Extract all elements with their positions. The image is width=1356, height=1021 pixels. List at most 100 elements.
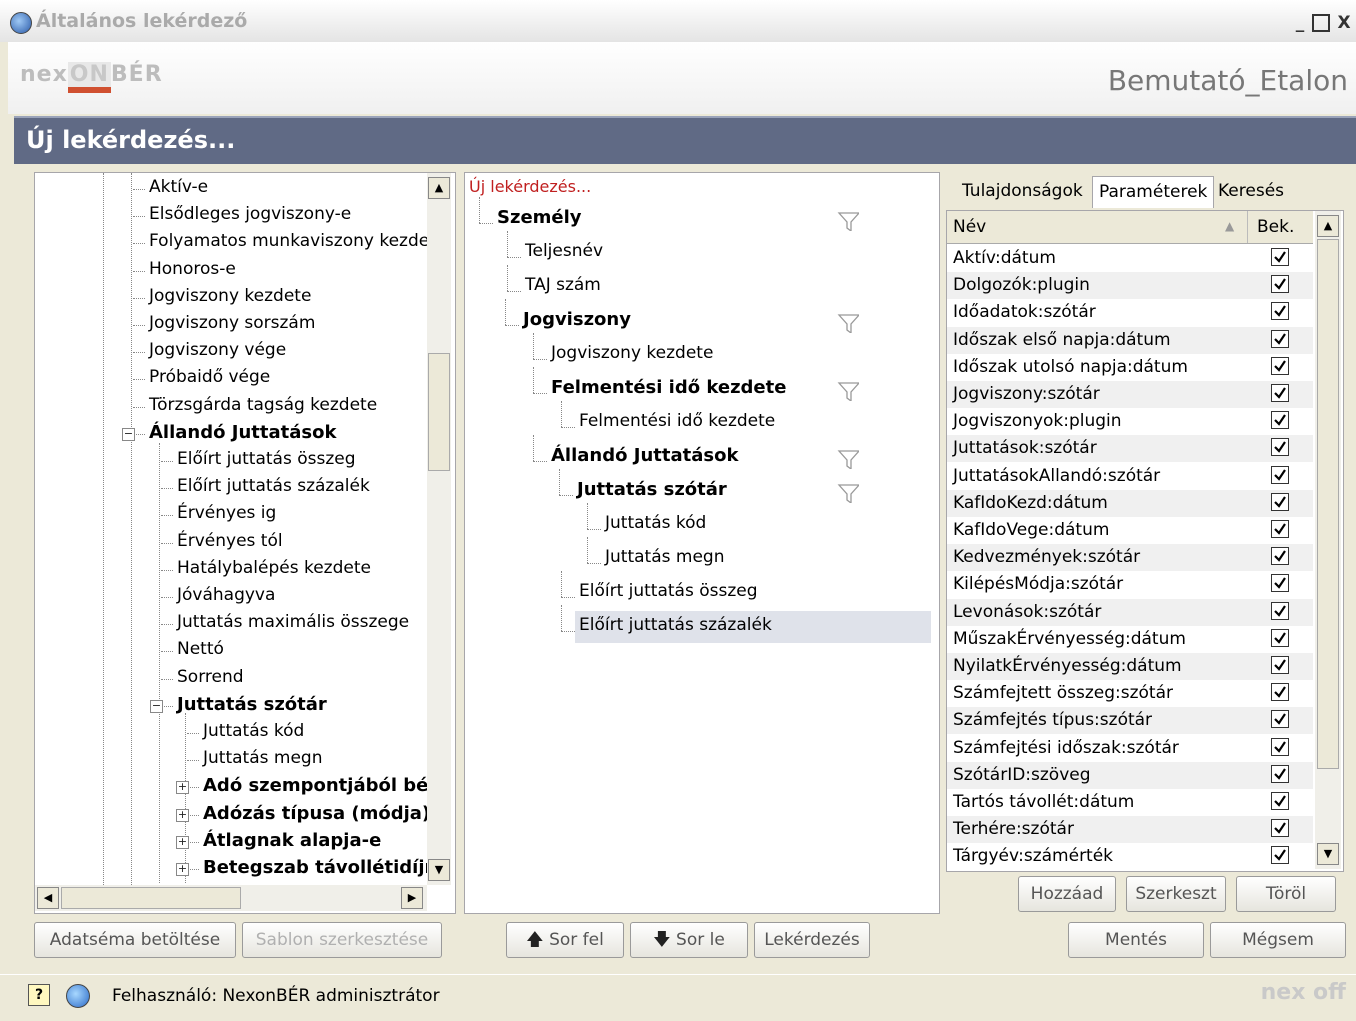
query-tree-item[interactable]: Jogviszony kezdete [551,343,713,363]
tab-properties[interactable]: Tulajdonságok [956,176,1089,208]
schema-tree-item[interactable]: Nettó [177,639,224,659]
filter-icon[interactable] [837,211,859,231]
bek-checkbox[interactable] [1271,601,1289,620]
tab-search[interactable]: Keresés [1212,176,1290,208]
bek-checkbox[interactable] [1271,764,1289,783]
expand-plus-icon[interactable]: + [176,781,189,795]
grid-row[interactable]: SzótárID:szöveg [947,761,1313,789]
row-up-button[interactable]: 🡅 Sor fel [506,922,624,958]
grid-row[interactable]: Számfejtési időszak:szótár [947,735,1313,762]
cancel-button[interactable]: Mégsem [1210,922,1346,958]
bek-checkbox[interactable] [1271,574,1289,593]
query-tree-item[interactable]: Felmentési idő kezdete [579,411,775,431]
grid-row[interactable]: Jogviszonyok:plugin [947,408,1313,435]
maximize-button[interactable] [1312,14,1330,32]
schema-tree-item[interactable]: Hatálybalépés kezdete [177,558,371,578]
bek-checkbox[interactable] [1271,356,1289,375]
schema-tree-item[interactable]: Juttatás szótár [177,694,327,715]
bek-checkbox[interactable] [1271,737,1289,756]
bek-checkbox[interactable] [1271,846,1289,865]
bek-checkbox[interactable] [1271,329,1289,348]
tree-vertical-scrollbar[interactable] [427,173,451,885]
grid-row[interactable]: Számfejtés típus:szótár [947,707,1313,735]
edit-button[interactable]: Szerkeszt [1126,876,1226,912]
collapse-minus-icon[interactable]: − [122,427,135,441]
query-tree-item[interactable]: Juttatás megn [605,547,724,567]
schema-tree-item[interactable]: Elsődleges jogviszony-e [149,204,351,224]
bek-checkbox[interactable] [1271,710,1289,729]
query-tree-item[interactable]: Állandó Juttatások [551,445,738,466]
query-tree-item[interactable]: Felmentési idő kezdete [551,377,786,398]
schema-tree-item[interactable]: Sorrend [177,667,244,687]
schema-tree-item[interactable]: Előírt juttatás összeg [177,449,356,469]
grid-row[interactable]: KafIdoKezd:dátum [947,489,1313,517]
bek-checkbox[interactable] [1271,302,1289,321]
filter-icon[interactable] [837,381,859,401]
load-schema-button[interactable]: Adatséma betöltése [34,922,236,958]
bek-checkbox[interactable] [1271,656,1289,674]
schema-tree-item[interactable]: Juttatás megn [203,748,322,768]
schema-tree-item[interactable]: Próbaidő vége [149,367,270,387]
query-tree-item[interactable]: Előírt juttatás százalék [579,615,772,635]
schema-tree-item[interactable]: Érvényes ig [177,503,276,523]
bek-checkbox[interactable] [1271,384,1289,402]
tab-parameters[interactable]: Paraméterek [1092,176,1215,208]
schema-tree-item[interactable]: Betegszab távollétidíjr [203,857,433,878]
scroll-left-arrow-icon[interactable]: ◀ [37,887,59,909]
grid-scroll-thumb[interactable] [1317,239,1339,769]
bek-checkbox[interactable] [1271,465,1289,484]
schema-tree-item[interactable]: Adózás típusa (módja) [203,803,430,824]
close-button[interactable]: X [1334,13,1354,33]
delete-button[interactable]: Töröl [1236,876,1336,912]
bek-checkbox[interactable] [1271,438,1289,457]
grid-row[interactable]: NyilatkÉrvényesség:dátum [947,653,1313,680]
query-tree-item[interactable]: TAJ szám [525,275,601,295]
schema-tree-item[interactable]: Honoros-e [149,259,236,279]
collapse-minus-icon[interactable]: − [150,699,163,713]
expand-plus-icon[interactable]: + [176,835,189,849]
schema-tree-item[interactable]: Érvényes tól [177,531,283,551]
bek-checkbox[interactable] [1271,492,1289,511]
schema-tree-item[interactable]: Előírt juttatás százalék [177,476,370,496]
bek-checkbox[interactable] [1271,275,1289,294]
scroll-right-arrow-icon[interactable]: ▶ [401,887,423,909]
schema-tree-item[interactable]: Jogviszony kezdete [149,286,311,306]
minimize-button[interactable]: _ [1290,13,1310,33]
bek-checkbox[interactable] [1271,683,1289,702]
column-header-bek[interactable]: Bek. [1257,217,1294,237]
bek-checkbox[interactable] [1271,792,1289,810]
query-tree-item[interactable]: Juttatás szótár [577,479,727,500]
filter-icon[interactable] [837,449,859,469]
bek-checkbox[interactable] [1271,520,1289,538]
grid-scroll-down-arrow-icon[interactable]: ▼ [1317,843,1339,865]
query-tree-item[interactable]: Juttatás kód [605,513,706,533]
add-button[interactable]: Hozzáad [1018,876,1116,912]
bek-checkbox[interactable] [1271,248,1289,266]
tree-scroll-thumb[interactable] [428,353,450,471]
query-tree-item[interactable]: Személy [497,207,582,228]
save-button[interactable]: Mentés [1068,922,1204,958]
schema-tree-item[interactable]: Juttatás maximális összege [177,612,409,632]
filter-icon[interactable] [837,483,859,503]
schema-tree-item[interactable]: Törzsgárda tagság kezdete [149,395,377,415]
help-icon[interactable]: ? [28,984,50,1006]
query-tree-panel[interactable]: Új lekérdezés... Személy Teljesnév TAJ szá… [464,172,940,914]
query-tree-item[interactable]: Előírt juttatás összeg [579,581,758,601]
schema-tree-item[interactable]: Folyamatos munkaviszony kezdete [149,231,446,251]
parameters-grid[interactable]: Név ▲ Bek. Aktív:dátum Dolgozók:plugin Idő… [946,210,1344,872]
schema-tree-item[interactable]: Aktív-e [149,177,208,197]
grid-row[interactable]: Kedvezmények:szótár [947,544,1313,572]
query-button[interactable]: Lekérdezés [754,922,870,958]
query-tree-item[interactable]: Jogviszony [523,309,631,330]
grid-row[interactable]: Számfejtett összeg:szótár [947,680,1313,707]
schema-tree-panel[interactable]: Aktív-e Elsődleges jogviszony-e Folyamatos… [34,172,456,914]
grid-row[interactable]: MűszakÉrvényesség:dátum [947,626,1313,653]
grid-scroll-up-arrow-icon[interactable]: ▲ [1317,215,1339,237]
schema-tree-item[interactable]: Adó szempontjából bérj [203,775,443,796]
tree-hscroll-thumb[interactable] [61,887,241,909]
column-header-name[interactable]: Név [953,217,986,237]
grid-row[interactable]: Tartós távollét:dátum [947,789,1313,816]
bek-checkbox[interactable] [1271,819,1289,838]
bek-checkbox[interactable] [1271,411,1289,430]
schema-tree-item[interactable]: Átlagnak alapja-e [203,830,381,851]
